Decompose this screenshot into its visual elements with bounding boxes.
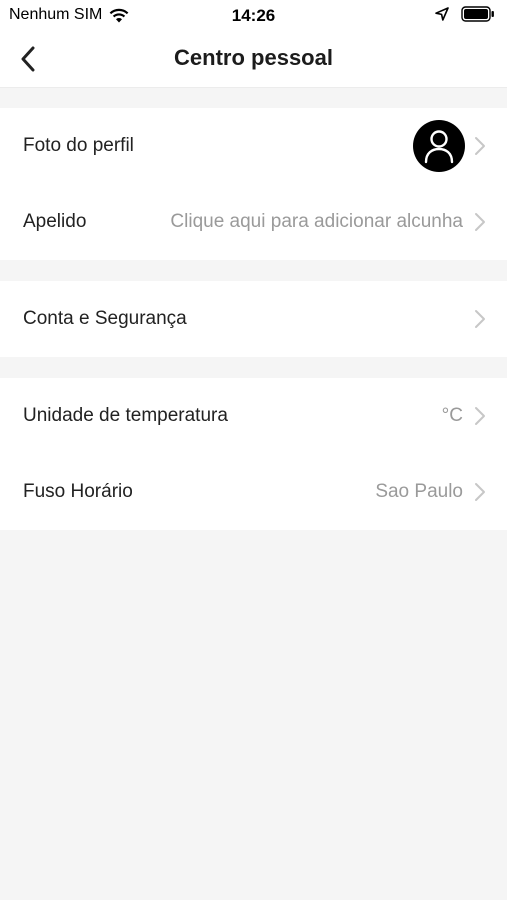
battery-icon xyxy=(461,6,494,22)
nickname-value: Clique aqui para adicionar alcunha xyxy=(170,211,463,232)
chevron-right-icon xyxy=(475,137,485,155)
avatar-person-icon xyxy=(424,130,454,164)
temperature-unit-label: Unidade de temperatura xyxy=(23,405,228,426)
nickname-label: Apelido xyxy=(23,211,87,232)
account-security-label: Conta e Segurança xyxy=(23,308,187,329)
timezone-row[interactable]: Fuso Horário Sao Paulo xyxy=(0,454,507,530)
temperature-unit-value: °C xyxy=(441,405,463,426)
chevron-right-icon xyxy=(475,310,485,328)
status-time: 14:26 xyxy=(231,6,276,25)
profile-group: Foto do perfil Apelido Clique aqui para … xyxy=(0,108,507,260)
account-group: Conta e Segurança xyxy=(0,281,507,357)
status-right xyxy=(435,6,495,22)
chevron-right-icon xyxy=(475,407,485,425)
status-bar: Nenhum SIM 14:26 xyxy=(0,0,507,30)
chevron-right-icon xyxy=(475,213,485,231)
timezone-label: Fuso Horário xyxy=(23,481,133,502)
avatar[interactable] xyxy=(413,120,465,172)
timezone-value: Sao Paulo xyxy=(375,481,463,502)
preferences-group: Unidade de temperatura °C Fuso Horário S… xyxy=(0,378,507,530)
location-arrow-icon xyxy=(435,7,449,21)
nav-bar: Centro pessoal xyxy=(0,30,507,88)
profile-photo-row[interactable]: Foto do perfil xyxy=(0,108,507,184)
account-security-row[interactable]: Conta e Segurança xyxy=(0,281,507,357)
chevron-right-icon xyxy=(475,483,485,501)
nickname-row[interactable]: Apelido Clique aqui para adicionar alcun… xyxy=(0,184,507,260)
page-title: Centro pessoal xyxy=(174,45,333,70)
profile-photo-label: Foto do perfil xyxy=(23,135,134,156)
temperature-unit-row[interactable]: Unidade de temperatura °C xyxy=(0,378,507,454)
